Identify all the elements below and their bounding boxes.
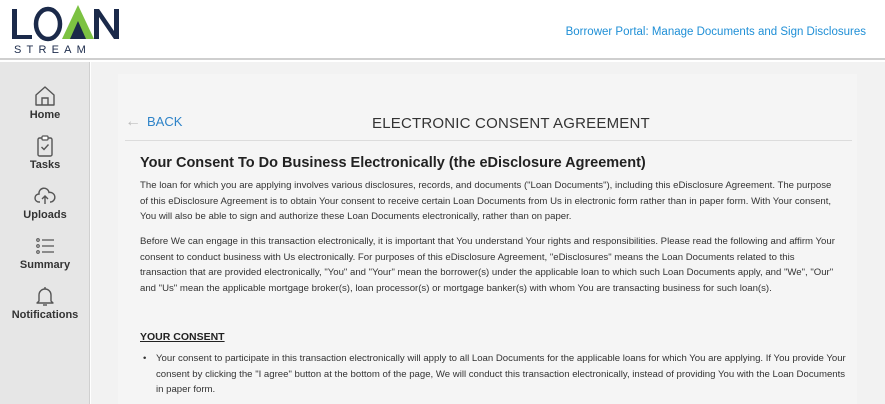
list-item: Your consent to participate in this tran… bbox=[140, 351, 852, 398]
consent-bullet-list: Your consent to participate in this tran… bbox=[140, 351, 852, 398]
sidebar-item-uploads[interactable]: Uploads bbox=[0, 184, 90, 221]
sidebar-item-label: Notifications bbox=[11, 309, 79, 321]
sidebar-item-tasks[interactable]: Tasks bbox=[0, 134, 90, 171]
consent-document-panel: ← BACK ELECTRONIC CONSENT AGREEMENT Your… bbox=[118, 74, 857, 404]
logo-subtitle: STREAM bbox=[14, 44, 91, 56]
logo-graphic: STREAM bbox=[12, 5, 119, 56]
bell-icon bbox=[0, 284, 90, 308]
section-heading-your-consent: YOUR CONSENT bbox=[140, 331, 225, 343]
app-header: STREAM Borrower Portal: Manage Documents… bbox=[0, 0, 885, 60]
sidebar-item-summary[interactable]: Summary bbox=[0, 234, 90, 271]
sidebar-nav: Home Tasks Uploads Summary Notifications bbox=[0, 62, 90, 404]
list-icon bbox=[0, 234, 90, 258]
clipboard-check-icon bbox=[0, 134, 90, 158]
paragraph-purpose: The loan for which you are applying invo… bbox=[140, 180, 832, 222]
loanstream-logo[interactable]: STREAM bbox=[10, 3, 160, 57]
sidebar-item-label: Tasks bbox=[29, 159, 61, 171]
page-title: ELECTRONIC CONSENT AGREEMENT bbox=[372, 115, 650, 132]
document-heading: Your Consent To Do Business Electronical… bbox=[140, 155, 646, 171]
arrow-left-icon: ← bbox=[125, 112, 141, 130]
portal-title: Borrower Portal: Manage Documents and Si… bbox=[565, 26, 866, 38]
cloud-upload-icon bbox=[0, 184, 90, 208]
main-area: ← BACK ELECTRONIC CONSENT AGREEMENT Your… bbox=[91, 62, 885, 404]
home-icon bbox=[0, 84, 90, 108]
sidebar-item-label: Uploads bbox=[23, 209, 67, 221]
sidebar-item-label: Summary bbox=[19, 259, 71, 271]
paragraph-definitions: Before We can engage in this transaction… bbox=[140, 236, 835, 294]
back-label: BACK bbox=[147, 114, 183, 129]
sidebar-item-notifications[interactable]: Notifications bbox=[0, 284, 90, 321]
sidebar-item-label: Home bbox=[29, 109, 61, 121]
divider bbox=[125, 140, 852, 141]
sidebar-item-home[interactable]: Home bbox=[0, 84, 90, 121]
back-link[interactable]: ← BACK bbox=[125, 112, 183, 130]
